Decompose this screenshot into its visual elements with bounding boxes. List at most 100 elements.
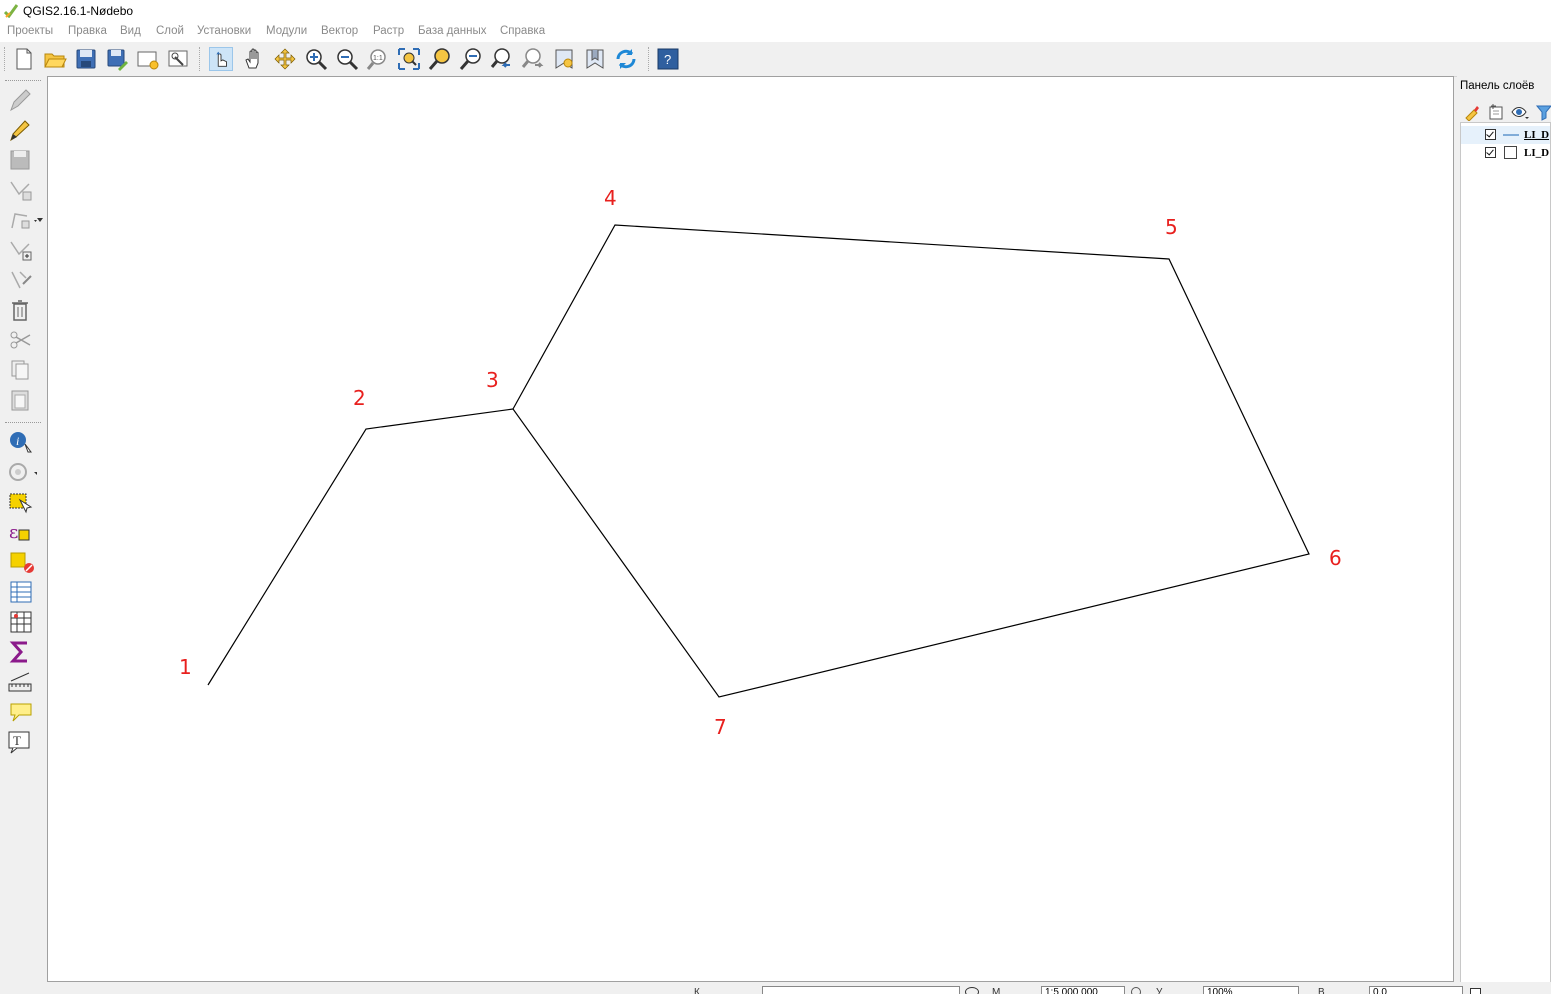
zoom-in-icon[interactable] (304, 47, 328, 71)
svg-text:1:1: 1:1 (373, 55, 383, 62)
cut-features-icon[interactable] (7, 328, 37, 352)
rotation-spinbox[interactable]: 0,0 (1369, 986, 1463, 994)
layers-panel-title: Панель слоёв (1460, 80, 1535, 92)
layers-panel-toolbar (1457, 100, 1551, 124)
status-bar: К М 1:5 000 000 У 100% В 0,0 (0, 982, 1551, 994)
layer-row[interactable]: LI_D (1461, 126, 1550, 144)
extents-toggle-icon[interactable] (965, 987, 979, 994)
layer-tree: LI_D LI_D (1460, 122, 1551, 984)
render-checkbox[interactable] (1470, 988, 1481, 994)
map-canvas[interactable]: 1 2 3 4 5 6 7 (47, 76, 1454, 982)
select-by-expression-icon[interactable]: ε (7, 520, 37, 544)
save-layer-edits-icon[interactable] (7, 148, 37, 172)
node-tool-icon[interactable] (7, 208, 37, 232)
lock-scale-icon[interactable] (1131, 987, 1141, 994)
line-symbol-icon (1503, 134, 1519, 136)
select-features-icon[interactable] (7, 490, 37, 514)
menu-bar: Проекты Правка Вид Слой Установки Модули… (0, 22, 1551, 42)
zoom-native-resolution-icon[interactable]: 1:1 (366, 47, 390, 71)
run-feature-action-icon[interactable] (7, 460, 37, 484)
measure-line-icon[interactable] (7, 670, 37, 694)
new-bookmark-icon[interactable] (552, 47, 576, 71)
vertex-label-3: 3 (486, 368, 499, 392)
svg-text:i: i (16, 434, 19, 448)
main-toolbar: 1:1 ? (0, 42, 1551, 77)
line-feature[interactable] (207, 408, 514, 686)
zoom-to-layer-icon[interactable] (459, 47, 483, 71)
touch-zoom-pan-icon[interactable] (209, 47, 233, 71)
layers-panel: Панель слоёв LI_D LI_D (1457, 76, 1551, 984)
open-project-icon[interactable] (43, 47, 67, 71)
svg-text:ε: ε (9, 522, 18, 543)
menu-projects[interactable]: Проекты (7, 25, 53, 37)
zoom-next-icon[interactable] (521, 47, 545, 71)
vertex-label-7: 7 (714, 715, 727, 739)
polygon-symbol-icon (1504, 146, 1517, 159)
menu-plugins[interactable]: Модули (266, 25, 307, 37)
composer-manager-icon[interactable] (167, 47, 191, 71)
coordinate-field[interactable] (762, 986, 960, 994)
show-bookmarks-icon[interactable] (583, 47, 607, 71)
window-title: QGIS2.16.1-Nødebo (23, 4, 134, 18)
layer-visibility-checkbox[interactable] (1485, 129, 1496, 140)
zoom-last-icon[interactable] (490, 47, 514, 71)
copy-features-icon[interactable] (7, 358, 37, 382)
new-print-composer-icon[interactable] (136, 47, 160, 71)
identify-features-icon[interactable]: i (7, 430, 37, 454)
help-whats-this-icon[interactable]: ? (656, 47, 680, 71)
qgis-logo-icon (4, 4, 18, 18)
toolbar-handle[interactable] (4, 47, 7, 71)
polygon-feature[interactable] (512, 224, 1310, 698)
svg-text:?: ? (664, 52, 671, 67)
filter-legend-icon[interactable] (1535, 103, 1551, 121)
map-tips-icon[interactable] (7, 700, 37, 724)
menu-settings[interactable]: Установки (197, 25, 251, 37)
field-calculator-icon[interactable] (7, 610, 37, 634)
toolbar-separator (199, 47, 202, 71)
current-edits-icon[interactable] (7, 88, 37, 112)
digitizing-toolbar: i ε T (0, 76, 47, 984)
open-attribute-table-icon[interactable] (7, 580, 37, 604)
toolbar-handle[interactable] (5, 80, 41, 82)
coordinate-label: К (694, 987, 700, 994)
toggle-editing-icon[interactable] (7, 118, 37, 142)
pan-to-selection-icon[interactable] (273, 47, 297, 71)
save-as-icon[interactable] (105, 47, 129, 71)
style-manager-icon[interactable] (1463, 103, 1481, 121)
vertex-label-4: 4 (604, 186, 617, 210)
zoom-to-selection-icon[interactable] (428, 47, 452, 71)
move-feature-icon[interactable] (7, 238, 37, 262)
add-feature-icon[interactable] (7, 178, 37, 202)
map-layer-graphics[interactable]: 1 2 3 4 5 6 7 (48, 77, 1455, 983)
menu-raster[interactable]: Растр (373, 25, 404, 37)
delete-selected-icon[interactable] (7, 298, 37, 322)
vertex-label-1: 1 (179, 655, 192, 679)
toolbar-separator (648, 47, 651, 71)
zoom-full-icon[interactable] (397, 47, 421, 71)
manage-visibility-icon[interactable] (1511, 103, 1529, 121)
add-group-icon[interactable] (1487, 103, 1505, 121)
statistical-summary-icon[interactable] (7, 640, 37, 664)
menu-database[interactable]: База данных (418, 25, 487, 37)
paste-features-icon[interactable] (7, 388, 37, 412)
save-project-icon[interactable] (74, 47, 98, 71)
menu-edit[interactable]: Правка (68, 25, 107, 37)
split-parts-icon[interactable] (7, 268, 37, 292)
new-project-icon[interactable] (12, 47, 36, 71)
pan-map-icon[interactable] (242, 47, 266, 71)
zoom-out-icon[interactable] (335, 47, 359, 71)
refresh-icon[interactable] (614, 47, 638, 71)
layer-visibility-checkbox[interactable] (1485, 147, 1496, 158)
magnifier-spinbox[interactable]: 100% (1203, 986, 1299, 994)
menu-layer[interactable]: Слой (156, 25, 184, 37)
magnifier-label: У (1156, 987, 1163, 994)
text-annotation-icon[interactable]: T (7, 730, 37, 754)
layer-row[interactable]: LI_D (1461, 144, 1550, 162)
deselect-all-icon[interactable] (7, 550, 37, 574)
scale-combobox[interactable]: 1:5 000 000 (1041, 986, 1125, 994)
scale-label: М (992, 987, 1001, 994)
menu-view[interactable]: Вид (120, 25, 141, 37)
menu-vector[interactable]: Вектор (321, 25, 358, 37)
svg-text:T: T (13, 733, 21, 748)
menu-help[interactable]: Справка (500, 25, 545, 37)
